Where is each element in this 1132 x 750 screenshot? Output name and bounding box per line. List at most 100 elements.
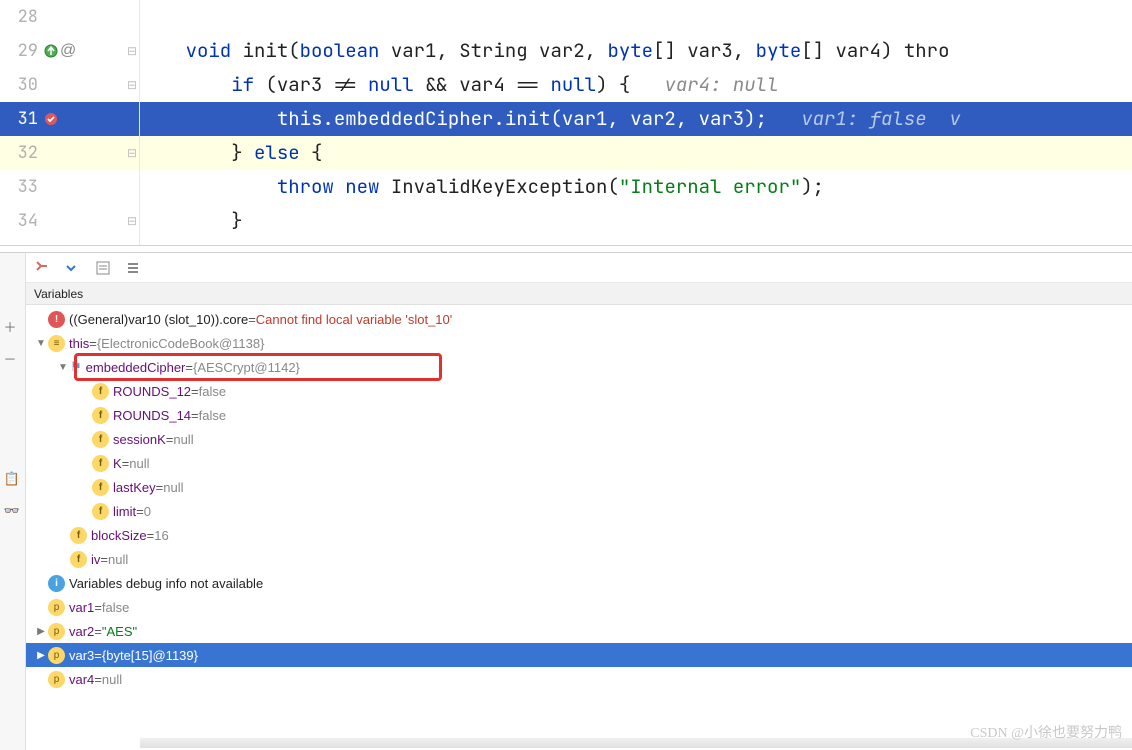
variable-value: null: [173, 432, 193, 447]
variable-value: null: [163, 480, 183, 495]
variable-value: {AESCrypt@1142}: [193, 360, 300, 375]
code-editor: 28 29 @ ⊟ 30 ⊟ 31 32 ⊟ 33 34 ⊟ void init(bo…: [0, 0, 1132, 245]
step-over-icon[interactable]: [64, 259, 82, 277]
variable-name: this: [69, 336, 89, 351]
line-num: 33: [6, 176, 38, 198]
variable-value: null: [108, 552, 128, 567]
variables-tab[interactable]: Variables: [26, 283, 1132, 305]
variable-row[interactable]: fROUNDS_12 = false: [26, 379, 1132, 403]
variable-name: var3: [69, 648, 94, 663]
variable-name: sessionK: [113, 432, 166, 447]
obj-badge-icon: ≡: [48, 335, 65, 352]
info-badge-icon: i: [48, 575, 65, 592]
expand-arrow-icon[interactable]: ▼: [56, 362, 70, 373]
variable-value: "AES": [102, 624, 137, 639]
variable-name: limit: [113, 504, 136, 519]
f-badge-icon: f: [92, 455, 109, 472]
plus-icon[interactable]: ＋: [4, 317, 22, 335]
expand-arrow-icon[interactable]: ▶: [34, 626, 48, 637]
f-badge-icon: f: [92, 431, 109, 448]
variable-name: embeddedCipher: [86, 360, 186, 375]
variable-value: {ElectronicCodeBook@1138}: [97, 336, 265, 351]
variable-name: blockSize: [91, 528, 147, 543]
variable-row[interactable]: pvar4 = null: [26, 667, 1132, 691]
variable-name: var1: [69, 600, 94, 615]
code-area[interactable]: void init(boolean var1, String var2, byt…: [140, 0, 1132, 245]
f-badge-icon: f: [70, 527, 87, 544]
clipboard-icon[interactable]: 📋: [4, 471, 22, 489]
fold-handle[interactable]: ⊟: [127, 214, 137, 228]
breakpoint-icon[interactable]: [44, 112, 58, 126]
variable-value: false: [102, 600, 129, 615]
minus-icon[interactable]: －: [4, 349, 22, 367]
f-badge-icon: f: [92, 479, 109, 496]
step-into-icon[interactable]: [34, 259, 52, 277]
variable-name: ((General)var10 (slot_10)).core: [69, 312, 248, 327]
line-num: 31: [6, 108, 38, 130]
code-line: void init(boolean var1, String var2, byt…: [140, 34, 1132, 68]
variable-value: Cannot find local variable 'slot_10': [256, 312, 452, 327]
p-badge-icon: p: [48, 647, 65, 664]
variable-name: K: [113, 456, 122, 471]
flag-icon: ⚑: [70, 359, 82, 375]
variable-value: null: [102, 672, 122, 687]
line-num: 30: [6, 74, 38, 96]
code-line: }: [140, 204, 1132, 238]
debug-panel: ＋ － 📋 👓 Variables ! ((General)var10 (slot…: [0, 253, 1132, 750]
f-badge-icon: f: [70, 551, 87, 568]
code-line-current: this.embeddedCipher.init(var1, var2, var…: [140, 102, 1132, 136]
fold-handle[interactable]: ⊟: [127, 44, 137, 58]
variable-name: var4: [69, 672, 94, 687]
glasses-icon[interactable]: 👓: [4, 503, 22, 521]
variable-row[interactable]: flastKey = null: [26, 475, 1132, 499]
variable-row[interactable]: fiv = null: [26, 547, 1132, 571]
variable-row[interactable]: i Variables debug info not available: [26, 571, 1132, 595]
variable-row[interactable]: fK = null: [26, 451, 1132, 475]
variable-value: 0: [144, 504, 151, 519]
variable-value: null: [129, 456, 149, 471]
variable-value: 16: [154, 528, 168, 543]
fold-handle[interactable]: ⊟: [127, 78, 137, 92]
variable-row[interactable]: pvar1 = false: [26, 595, 1132, 619]
variable-row[interactable]: ▼≡this = {ElectronicCodeBook@1138}: [26, 331, 1132, 355]
variables-tree[interactable]: !((General)var10 (slot_10)).core = Canno…: [26, 305, 1132, 750]
code-line: if (var3 != null && var4 == null) { var4…: [140, 68, 1132, 102]
override-icon[interactable]: [44, 44, 58, 58]
line-num: 29: [6, 40, 38, 62]
panel-splitter[interactable]: [0, 245, 1132, 253]
err-badge-icon: !: [48, 311, 65, 328]
variable-row[interactable]: flimit = 0: [26, 499, 1132, 523]
debug-side-toolbar: ＋ － 📋 👓: [0, 253, 26, 750]
variable-row[interactable]: ▶pvar3 = {byte[15]@1139}: [26, 643, 1132, 667]
line-num: 28: [6, 6, 38, 28]
at-symbol: @: [60, 42, 76, 60]
variable-row[interactable]: fROUNDS_14 = false: [26, 403, 1132, 427]
variable-name: ROUNDS_14: [113, 408, 191, 423]
variable-row[interactable]: ▼⚑embeddedCipher = {AESCrypt@1142}: [26, 355, 1132, 379]
p-badge-icon: p: [48, 599, 65, 616]
variable-value: false: [199, 384, 226, 399]
f-badge-icon: f: [92, 407, 109, 424]
variable-name: Variables debug info not available: [69, 576, 263, 591]
line-num: 32: [6, 142, 38, 164]
calc-icon[interactable]: [94, 259, 112, 277]
list-icon[interactable]: [124, 259, 142, 277]
line-num: 34: [6, 210, 38, 232]
expand-arrow-icon[interactable]: ▶: [34, 650, 48, 661]
variable-row[interactable]: fblockSize = 16: [26, 523, 1132, 547]
code-line: throw new InvalidKeyException("Internal …: [140, 170, 1132, 204]
variable-name: ROUNDS_12: [113, 384, 191, 399]
code-line: } else {: [140, 136, 1132, 170]
f-badge-icon: f: [92, 383, 109, 400]
fold-handle[interactable]: ⊟: [127, 146, 137, 160]
variable-name: lastKey: [113, 480, 156, 495]
expand-arrow-icon[interactable]: ▼: [34, 338, 48, 349]
debug-toolbar: [26, 253, 1132, 283]
variable-value: false: [199, 408, 226, 423]
variable-name: iv: [91, 552, 100, 567]
p-badge-icon: p: [48, 623, 65, 640]
p-badge-icon: p: [48, 671, 65, 688]
variable-row[interactable]: !((General)var10 (slot_10)).core = Canno…: [26, 307, 1132, 331]
variable-row[interactable]: ▶pvar2 = "AES": [26, 619, 1132, 643]
variable-row[interactable]: fsessionK = null: [26, 427, 1132, 451]
